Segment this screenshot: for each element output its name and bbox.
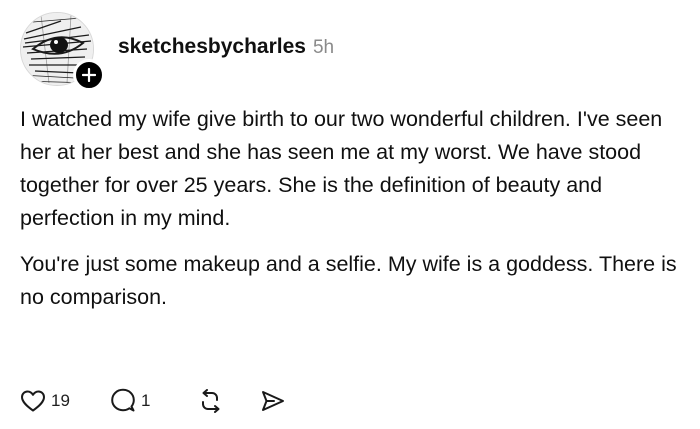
post-paragraph: I watched my wife give birth to our two … [20, 107, 663, 230]
action-bar: 19 1 [20, 386, 286, 416]
send-icon [262, 391, 284, 411]
follow-button[interactable] [73, 59, 105, 91]
post-body: I watched my wife give birth to our two … [20, 103, 680, 327]
timestamp: 5h [312, 37, 335, 58]
heart-icon [21, 390, 45, 412]
username[interactable]: sketchesbycharles [118, 35, 306, 59]
avatar-container [20, 12, 105, 91]
repost-icon [202, 389, 220, 413]
like-button[interactable]: 19 [20, 389, 110, 413]
like-count: 19 [51, 391, 70, 410]
thread-post: sketchesbycharles 5h I watched my wife g… [0, 0, 700, 429]
post-paragraph: You're just some makeup and a selfie. My… [20, 252, 677, 309]
comment-icon [111, 388, 135, 412]
repost-button[interactable] [198, 389, 260, 413]
reply-count: 1 [141, 391, 151, 410]
share-button[interactable] [260, 389, 286, 413]
post-header: sketchesbycharles 5h [118, 35, 334, 59]
reply-button[interactable]: 1 [110, 388, 198, 414]
plus-icon [82, 68, 96, 82]
